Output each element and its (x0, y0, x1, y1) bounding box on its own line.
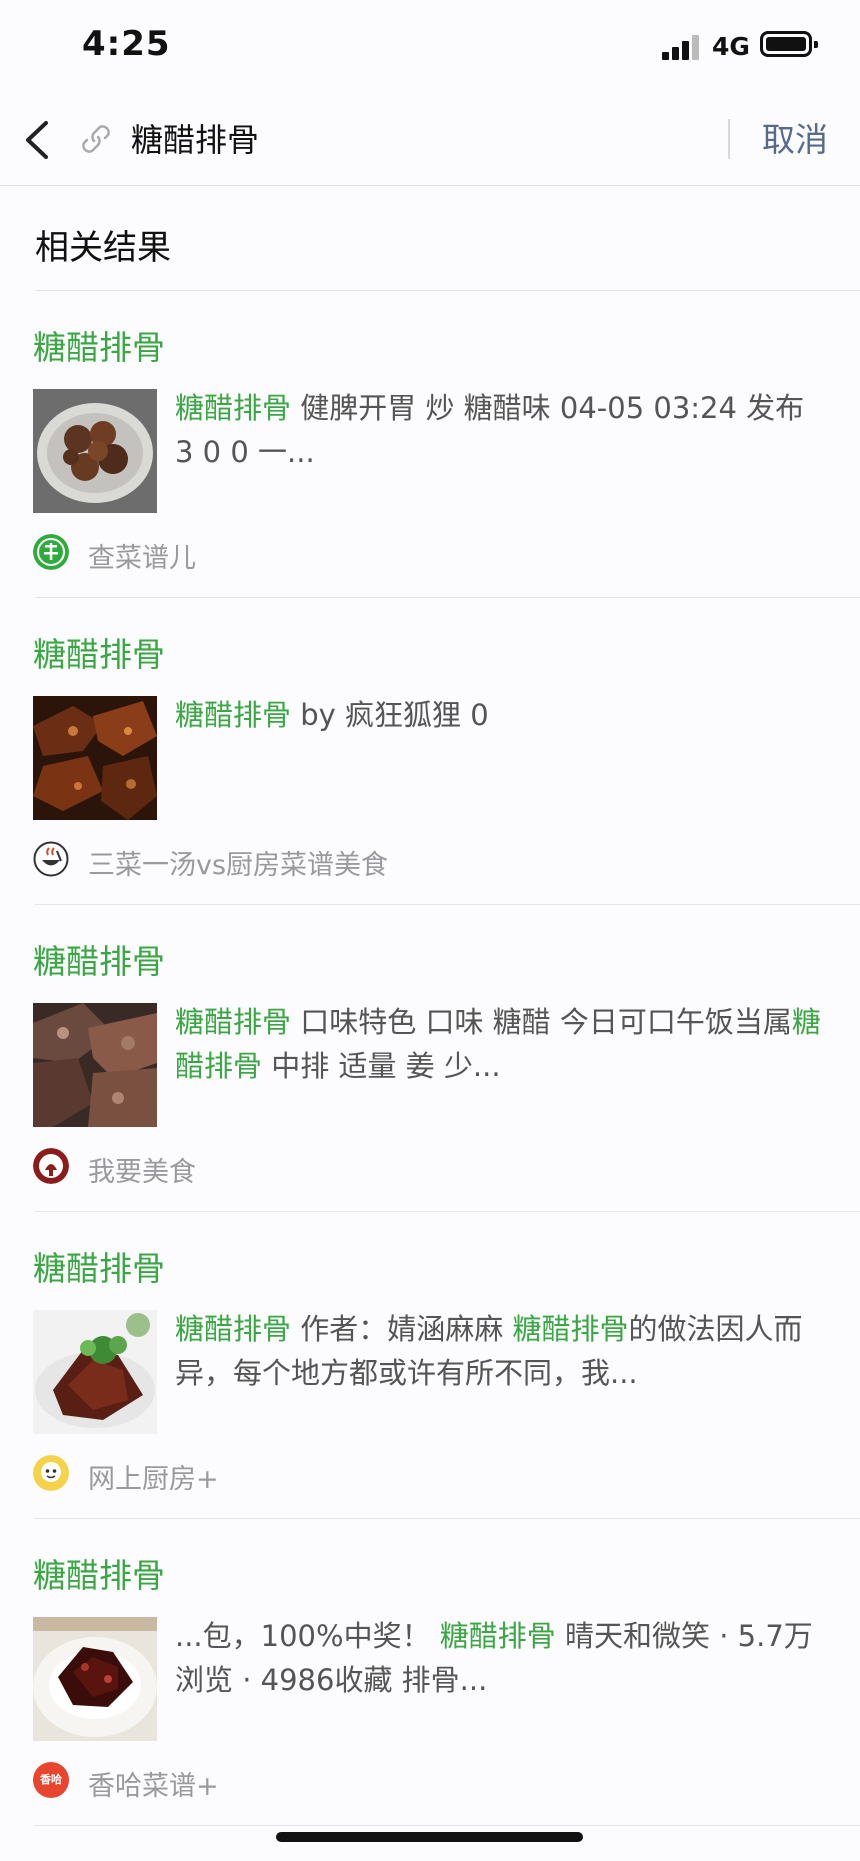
result-source[interactable]: 三菜一汤vs厨房菜谱美食 (88, 843, 388, 882)
back-button[interactable] (18, 115, 58, 165)
cancel-button[interactable]: 取消 (762, 113, 828, 161)
chevron-left-icon (26, 121, 48, 159)
result-item[interactable]: 糖醋排骨 糖醋排骨 健脾开胃 炒 糖醋味 04-05 03:24 发布 3 0 … (0, 291, 860, 598)
xiangha-icon-text: 香哈 (40, 1773, 62, 1786)
status-bar: 4:25 4G (0, 0, 860, 95)
snippet-highlight: 糖醋排骨 (439, 1619, 556, 1653)
result-thumbnail[interactable] (33, 1310, 157, 1434)
snippet-text: 作者：婧涵麻麻 (291, 1312, 513, 1346)
network-type: 4G (712, 32, 750, 61)
result-source[interactable]: 网上厨房+ (88, 1457, 219, 1496)
snippet-highlight: 糖醋排骨 (512, 1312, 629, 1346)
result-snippet: 糖醋排骨 by 疯狂狐狸 0 (175, 693, 830, 737)
result-snippet: 糖醋排骨 健脾开胃 炒 糖醋味 04-05 03:24 发布 3 0 0 一..… (175, 386, 830, 474)
result-source[interactable]: 我要美食 (88, 1150, 196, 1189)
result-thumbnail[interactable] (33, 1003, 157, 1127)
result-item[interactable]: 糖醋排骨 糖醋排骨 作者：婧涵麻麻 糖醋排骨的做法因人而异，每个地方都或许有所不… (0, 1212, 860, 1519)
result-item[interactable]: 糖醋排骨 糖醋排骨 by 疯狂狐狸 0 三菜一汤vs厨房菜谱美食 (0, 598, 860, 905)
snippet-highlight: 糖醋排骨 (175, 1005, 292, 1039)
result-snippet: 糖醋排骨 口味特色 口味 糖醋 今日可口午饭当属糖醋排骨 中排 适量 姜 少..… (175, 1000, 830, 1088)
result-title[interactable]: 糖醋排骨 (33, 628, 165, 676)
chef-hat-icon (33, 1455, 69, 1491)
home-indicator[interactable] (276, 1832, 583, 1842)
status-time: 4:25 (82, 24, 171, 64)
snippet-text: 中排 适量 姜 少... (262, 1049, 501, 1083)
bowl-icon (33, 841, 69, 877)
result-title[interactable]: 糖醋排骨 (33, 1242, 165, 1290)
signal-icon (662, 34, 704, 60)
snippet-highlight: 糖醋排骨 (175, 1312, 292, 1346)
search-header: 糖醋排骨 取消 (0, 95, 860, 186)
xiangha-icon: 香哈 (33, 1762, 69, 1798)
result-source[interactable]: 查菜谱儿 (88, 536, 196, 575)
chef-icon (33, 1148, 69, 1184)
results-list: 糖醋排骨 糖醋排骨 健脾开胃 炒 糖醋味 04-05 03:24 发布 3 0 … (0, 291, 860, 1826)
result-item[interactable]: 糖醋排骨 糖醋排骨 口味特色 口味 糖醋 今日可口午饭当属糖醋排骨 中排 适量 … (0, 905, 860, 1212)
result-title[interactable]: 糖醋排骨 (33, 321, 165, 369)
result-title[interactable]: 糖醋排骨 (33, 1549, 165, 1597)
section-title: 相关结果 (35, 228, 171, 268)
result-title[interactable]: 糖醋排骨 (33, 935, 165, 983)
link-icon (78, 121, 114, 157)
result-thumbnail[interactable] (33, 696, 157, 820)
cai-icon (33, 534, 69, 570)
result-source[interactable]: 香哈菜谱+ (88, 1764, 219, 1803)
search-input[interactable]: 糖醋排骨 (131, 115, 259, 161)
result-thumbnail[interactable] (33, 389, 157, 513)
result-item[interactable]: 糖醋排骨 ...包，100%中奖！ 糖醋排骨 晴天和微笑 · 5.7万浏览 · … (0, 1519, 860, 1826)
result-thumbnail[interactable] (33, 1617, 157, 1741)
divider (728, 119, 730, 159)
result-snippet: ...包，100%中奖！ 糖醋排骨 晴天和微笑 · 5.7万浏览 · 4986收… (175, 1614, 830, 1702)
snippet-text: by 疯狂狐狸 0 (291, 698, 489, 732)
divider (35, 1825, 860, 1826)
snippet-highlight: 糖醋排骨 (175, 391, 292, 425)
snippet-text: 口味特色 口味 糖醋 今日可口午饭当属 (291, 1005, 792, 1039)
result-snippet: 糖醋排骨 作者：婧涵麻麻 糖醋排骨的做法因人而异，每个地方都或许有所不同，我..… (175, 1307, 830, 1395)
snippet-highlight: 糖醋排骨 (175, 698, 292, 732)
battery-icon (760, 31, 818, 57)
snippet-text: ...包，100%中奖！ (175, 1619, 440, 1653)
